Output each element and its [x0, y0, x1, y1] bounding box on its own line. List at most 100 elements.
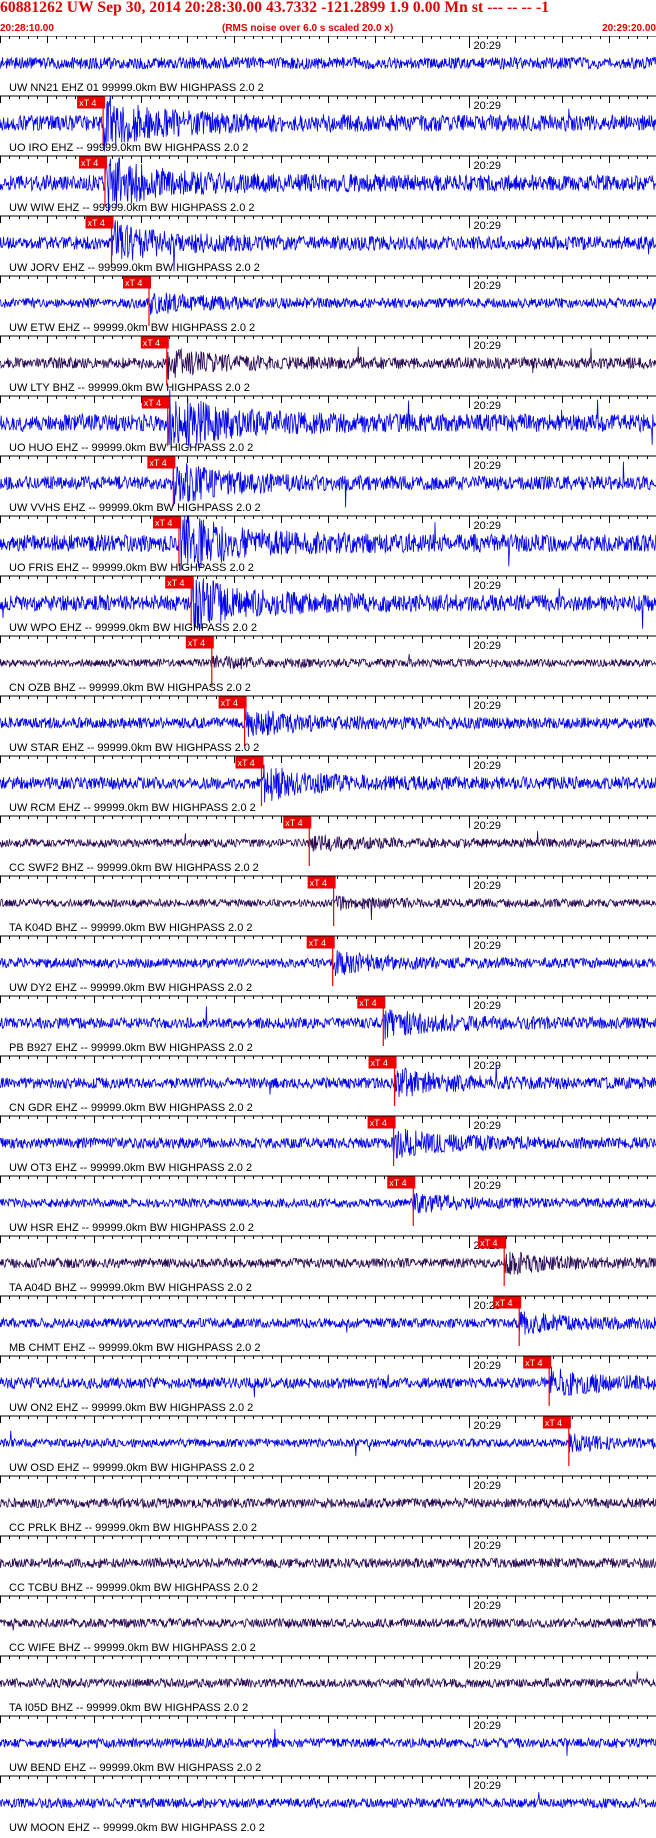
trace-row: 20:29 xT 4 UW ON2 EHZ -- 99999.0km BW HIGH…	[0, 1355, 656, 1414]
trace-row: 20:29 xT 4 UW HSR EHZ -- 99999.0km BW HIGH…	[0, 1175, 656, 1234]
pick-label: xT 4	[525, 1358, 542, 1368]
station-label: CC TCBU BHZ -- 99999.0km BW HIGHPASS 2.0…	[9, 1582, 258, 1594]
waveform-trace	[0, 55, 656, 71]
minute-tick-label: 20:29	[474, 280, 502, 292]
station-label: TA K04D BHZ -- 99999.0km BW HIGHPASS 2.0…	[9, 922, 253, 934]
waveform-trace	[0, 708, 656, 737]
waveform-trace	[0, 1556, 656, 1570]
minute-tick-label: 20:29	[474, 220, 502, 232]
minute-tick-label: 20:29	[474, 1720, 502, 1732]
pick-label: xT 4	[310, 878, 327, 888]
station-label: UW ON2 EHZ -- 99999.0km BW HIGHPASS 2.0 …	[9, 1402, 253, 1414]
trace-row: 20:29 CC WIFE BHZ -- 99999.0km BW HIGHPAS…	[0, 1595, 656, 1654]
trace-row: 20:29xT 4MB CHMT EHZ -- 99999.0km BW HIG…	[0, 1295, 656, 1354]
pick-label: xT 4	[221, 698, 238, 708]
trace-row: 20:29 UW BEND EHZ -- 99999.0km BW HIGHPAS…	[0, 1715, 656, 1774]
rms-noise-note: (RMS noise over 6.0 s scaled 20.0 x)	[222, 23, 394, 34]
station-label: UW OSD EHZ -- 99999.0km BW HIGHPASS 2.0 …	[9, 1462, 255, 1474]
trace-row: 20:29 xT 4 UW ETW EHZ -- 99999.0km BW HIGH…	[0, 275, 656, 334]
trace-row: 20:29 xT 4 UW VVHS EHZ -- 99999.0km BW HIG…	[0, 455, 656, 514]
trace-row: 20:29 TA I05D BHZ -- 99999.0km BW HIGHPAS…	[0, 1655, 656, 1714]
trace-row: 20:29 xT 4 UO IRO EHZ -- 99999.0km BW HIGH…	[0, 95, 656, 154]
minute-tick-label: 20:29	[474, 880, 502, 892]
pick-label: xT 4	[495, 1298, 512, 1308]
waveform-trace	[0, 1192, 656, 1215]
minute-tick-label: 20:29	[474, 1660, 502, 1672]
trace-row: 20:29 xT 4 CC SWF2 BHZ -- 99999.0km BW HIG…	[0, 815, 656, 874]
minute-tick-label: 20:29	[474, 1000, 502, 1012]
minute-tick-label: 20:29	[474, 940, 502, 952]
minute-tick-label: 20:29	[474, 1780, 502, 1792]
pick-label: xT 4	[155, 518, 172, 528]
trace-row: 20:29 CC TCBU BHZ -- 99999.0km BW HIGHPAS…	[0, 1535, 656, 1594]
station-label: CN OZB BHZ -- 99999.0km BW HIGHPASS 2.0 …	[9, 682, 251, 694]
waveform-trace	[0, 1006, 656, 1040]
station-label: UW OT3 EHZ -- 99999.0km BW HIGHPASS 2.0 …	[9, 1162, 252, 1174]
minute-tick-label: 20:29	[474, 1540, 502, 1552]
minute-tick-label: 20:29	[474, 1360, 502, 1372]
pick-label: xT 4	[79, 98, 96, 108]
waveform-trace	[0, 1251, 656, 1275]
minute-tick-label: 20:29	[474, 700, 502, 712]
waveform-trace	[0, 1617, 656, 1631]
station-label: UO HUO EHZ -- 99999.0km BW HIGHPASS 2.0 …	[9, 442, 253, 454]
station-label: UW BEND EHZ -- 99999.0km BW HIGHPASS 2.0…	[9, 1762, 261, 1774]
pick-label: xT 4	[125, 278, 142, 288]
waveform-trace	[0, 459, 656, 508]
minute-tick-label: 20:29	[474, 1420, 502, 1432]
waveform-trace	[0, 1065, 656, 1098]
trace-row: 20:29 xT 4 UO FRIS EHZ -- 99999.0km BW HIG…	[0, 515, 656, 574]
station-label: UW WIW EHZ -- 99999.0km BW HIGHPASS 2.0 …	[9, 202, 255, 214]
waveform-trace	[0, 895, 656, 921]
pick-label: xT 4	[389, 1178, 406, 1188]
waveform-trace	[0, 764, 656, 803]
pick-label: xT 4	[480, 1238, 497, 1248]
station-label: CC SWF2 BHZ -- 99999.0km BW HIGHPASS 2.0…	[9, 862, 259, 874]
waveform-trace	[0, 1311, 656, 1335]
minute-tick-label: 20:29	[474, 1180, 502, 1192]
waveform-trace	[0, 1728, 656, 1756]
trace-row: 20:29 xT 4 UW JORV EHZ -- 99999.0km BW HIG…	[0, 215, 656, 274]
minute-tick-label: 20:29	[474, 1480, 502, 1492]
trace-row: 20:29 UW MOON EHZ -- 99999.0km BW HIGHPAS…	[0, 1775, 656, 1834]
trace-row: 20:29 xT 4 UW RCM EHZ -- 99999.0km BW HIGH…	[0, 755, 656, 814]
pick-label: xT 4	[81, 158, 98, 168]
minute-tick-label: 20:29	[474, 640, 502, 652]
trace-row: 20:29 xT 4 UW STAR EHZ -- 99999.0km BW HIG…	[0, 695, 656, 754]
station-label: MB CHMT EHZ -- 99999.0km BW HIGHPASS 2.0…	[9, 1342, 260, 1354]
station-label: UW VVHS EHZ -- 99999.0km BW HIGHPASS 2.0…	[9, 502, 261, 514]
pick-label: xT 4	[88, 218, 105, 228]
waveform-trace	[0, 1496, 656, 1510]
station-label: TA A04D BHZ -- 99999.0km BW HIGHPASS 2.0…	[9, 1282, 252, 1294]
pick-label: xT 4	[359, 998, 376, 1008]
station-label: PB B927 EHZ -- 99999.0km BW HIGHPASS 2.0…	[9, 1042, 253, 1054]
pick-label: xT 4	[371, 1058, 388, 1068]
station-label: UW JORV EHZ -- 99999.0km BW HIGHPASS 2.0…	[9, 262, 260, 274]
minute-tick-label: 20:29	[474, 520, 502, 532]
trace-row: 20:29 xT 4 CN GDR EHZ -- 99999.0km BW HIGH…	[0, 1055, 656, 1114]
pick-label: xT 4	[167, 578, 184, 588]
seismogram-header: 60881262 UW Sep 30, 2014 20:28:30.00 43.…	[0, 0, 656, 36]
minute-tick-label: 20:29	[474, 1060, 502, 1072]
waveform-trace	[0, 1792, 656, 1810]
station-label: CN GDR EHZ -- 99999.0km BW HIGHPASS 2.0 …	[9, 1102, 253, 1114]
minute-tick-label: 20:29	[474, 820, 502, 832]
minute-tick-label: 20:29	[474, 1120, 502, 1132]
pick-label: xT 4	[237, 758, 254, 768]
trace-row: 20:29 CC PRLK BHZ -- 99999.0km BW HIGHPAS…	[0, 1475, 656, 1534]
waveform-trace	[0, 292, 656, 315]
pick-label: xT 4	[370, 1118, 387, 1128]
station-label: UW MOON EHZ -- 99999.0km BW HIGHPASS 2.0…	[9, 1822, 265, 1834]
minute-tick-label: 20:29	[474, 340, 502, 352]
station-label: UW STAR EHZ -- 99999.0km BW HIGHPASS 2.0…	[9, 742, 259, 754]
station-label: UW HSR EHZ -- 99999.0km BW HIGHPASS 2.0 …	[9, 1222, 254, 1234]
station-label: UO FRIS EHZ -- 99999.0km BW HIGHPASS 2.0…	[9, 562, 254, 574]
station-label: CC WIFE BHZ -- 99999.0km BW HIGHPASS 2.0…	[9, 1642, 256, 1654]
waveform-trace	[0, 1128, 656, 1159]
minute-tick-label: 20:29	[474, 40, 502, 52]
event-title: 60881262 UW Sep 30, 2014 20:28:30.00 43.…	[0, 0, 550, 16]
trace-row: 20:29 xT 4 CN OZB BHZ -- 99999.0km BW HIGH…	[0, 635, 656, 694]
pick-label: xT 4	[309, 938, 326, 948]
station-label: UW DY2 EHZ -- 99999.0km BW HIGHPASS 2.0 …	[9, 982, 252, 994]
end-time-label: 20:29:20.00	[602, 23, 656, 34]
